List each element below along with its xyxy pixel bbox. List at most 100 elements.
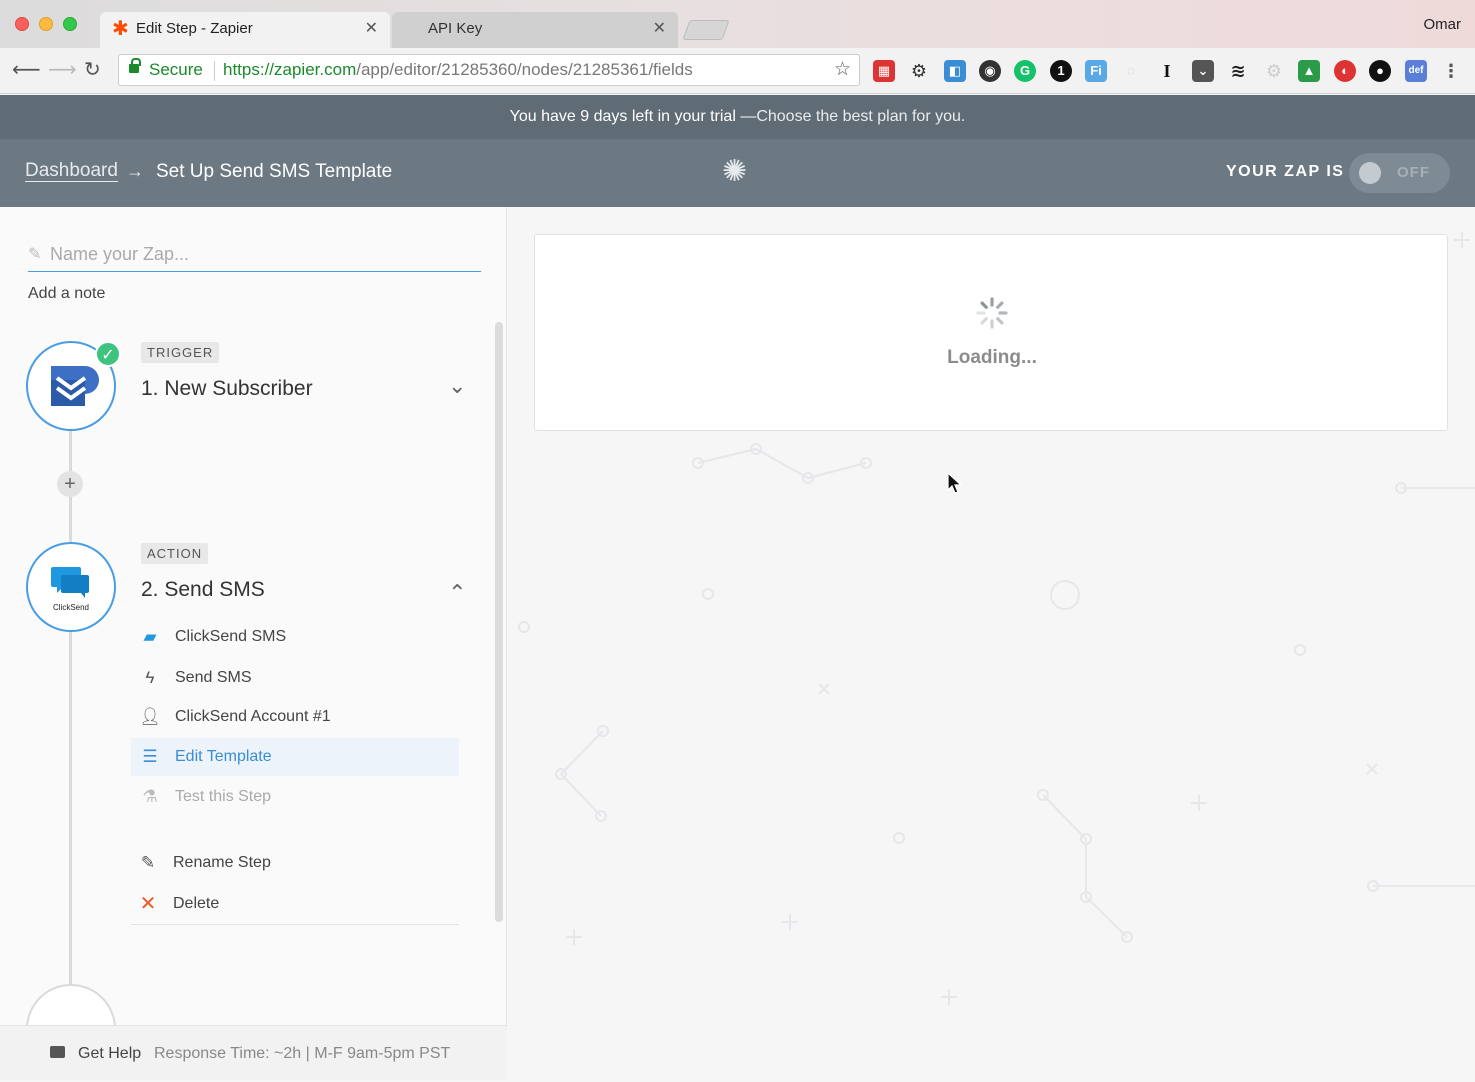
pencil-icon: ✎ bbox=[140, 853, 156, 872]
substep-label: Edit Template bbox=[175, 748, 272, 765]
bookmark-star-icon[interactable]: ☆ bbox=[834, 55, 851, 85]
tab-label: Edit Step - Zapier bbox=[136, 20, 253, 37]
url-host: https://zapier.com bbox=[223, 60, 357, 79]
browser-titlebar: ✱ Edit Step - Zapier ✕ API Key ✕ Omar bbox=[0, 0, 1475, 48]
chrome-menu-icon[interactable]: ⋮ bbox=[1440, 60, 1462, 82]
loading-spinner-icon bbox=[976, 297, 1008, 329]
browser-tab-edit-step[interactable]: ✱ Edit Step - Zapier ✕ bbox=[100, 12, 390, 48]
page-title: Set Up Send SMS Template bbox=[156, 161, 393, 182]
zap-steps-sidebar: ✎ Name your Zap... Add a note ✓ TRIGGER … bbox=[0, 207, 507, 1080]
toggle-state-label: OFF bbox=[1397, 164, 1430, 181]
substep-label: Test this Step bbox=[175, 788, 272, 805]
chat-icon bbox=[50, 1046, 65, 1058]
minimize-window-button[interactable] bbox=[39, 17, 53, 31]
substep-label: ClickSend SMS bbox=[175, 628, 287, 645]
instapaper-ext-icon[interactable]: I bbox=[1156, 60, 1178, 82]
url-path: /app/editor/21285360/nodes/21285361/fiel… bbox=[356, 60, 693, 79]
mailing-app-logo-icon bbox=[51, 366, 99, 406]
breadcrumb-arrow-icon: → bbox=[126, 161, 144, 181]
browser-tab-api-key[interactable]: API Key ✕ bbox=[392, 12, 678, 48]
browser-user-name[interactable]: Omar bbox=[1424, 16, 1462, 33]
camera-ext-icon[interactable]: ◉ bbox=[979, 60, 1001, 82]
delete-step-button[interactable]: ✕ Delete bbox=[129, 885, 457, 923]
secure-label: Secure bbox=[149, 60, 203, 79]
trigger-step-title[interactable]: 1. New Subscriber bbox=[141, 377, 313, 401]
buffer-ext-icon[interactable]: ≋ bbox=[1227, 60, 1249, 82]
substep-choose-account[interactable]: 👤︎ ClickSend Account #1 bbox=[131, 698, 459, 736]
trigger-badge: TRIGGER bbox=[141, 342, 220, 363]
zap-name-placeholder: Name your Zap... bbox=[50, 244, 190, 264]
forward-arrow-icon[interactable]: ⟶ bbox=[48, 60, 77, 80]
close-tab-icon[interactable]: ✕ bbox=[653, 12, 666, 46]
delete-x-icon: ✕ bbox=[139, 893, 157, 915]
rename-label: Rename Step bbox=[173, 854, 271, 871]
chevron-down-icon[interactable]: ⌄ bbox=[448, 373, 466, 399]
grammarly-ext-icon[interactable]: G bbox=[1014, 60, 1036, 82]
action-step-title[interactable]: 2. Send SMS bbox=[141, 578, 265, 602]
action-app-node[interactable]: ClickSend bbox=[26, 542, 116, 632]
step-editor-panel: Loading... bbox=[508, 207, 1475, 1080]
add-note-link[interactable]: Add a note bbox=[28, 285, 105, 303]
close-window-button[interactable] bbox=[15, 17, 29, 31]
back-arrow-icon[interactable]: ⟵ bbox=[12, 60, 41, 80]
mouse-cursor-icon bbox=[947, 472, 963, 494]
gear-gray-ext-icon[interactable]: ⚙ bbox=[1263, 60, 1285, 82]
lock-icon bbox=[129, 58, 141, 73]
substep-label: Send SMS bbox=[175, 669, 252, 686]
substep-test-step[interactable]: ⚗ Test this Step bbox=[131, 778, 459, 816]
url-text: https://zapier.com/app/editor/21285360/n… bbox=[223, 55, 693, 85]
bolt-icon: ϟ bbox=[145, 668, 155, 687]
substep-label: ClickSend Account #1 bbox=[175, 708, 331, 725]
flask-icon: ⚗ bbox=[142, 787, 158, 806]
steps-connector-line bbox=[69, 425, 72, 985]
clicksend-icon: ▰ bbox=[143, 627, 157, 646]
rename-step-button[interactable]: ✎ Rename Step bbox=[129, 844, 457, 882]
lastpass-ext-icon[interactable]: ◐ bbox=[1334, 60, 1356, 82]
substep-choose-app[interactable]: ▰ ClickSend SMS bbox=[131, 618, 459, 656]
sidebar-scrollbar[interactable] bbox=[495, 322, 503, 922]
substep-edit-template[interactable]: ☰ Edit Template bbox=[131, 738, 459, 776]
onepassword-ext-icon[interactable]: 1 bbox=[1050, 60, 1072, 82]
new-tab-button[interactable] bbox=[682, 20, 730, 40]
clicksend-logo-text: ClickSend bbox=[53, 603, 89, 612]
action-badge: ACTION bbox=[141, 543, 209, 564]
zap-on-off-toggle[interactable]: OFF bbox=[1349, 153, 1450, 193]
fi-ext-icon[interactable]: Fi bbox=[1085, 60, 1107, 82]
omnibox-separator bbox=[214, 61, 215, 81]
gear-ext-icon[interactable]: ⚙ bbox=[908, 60, 930, 82]
close-tab-icon[interactable]: ✕ bbox=[365, 12, 378, 46]
chevron-up-icon[interactable]: ⌄ bbox=[448, 578, 466, 604]
help-bar: Get Help Response Time: ~2h | M-F 9am-5p… bbox=[0, 1025, 507, 1080]
swirl-ext-icon[interactable]: ◌ bbox=[1120, 60, 1142, 82]
zap-name-input[interactable]: ✎ Name your Zap... bbox=[28, 244, 481, 272]
def-ext-icon[interactable]: def bbox=[1405, 60, 1427, 82]
pencil-icon: ✎ bbox=[28, 246, 42, 263]
ninja-ext-icon[interactable]: ● bbox=[1369, 60, 1391, 82]
response-time-text: Response Time: ~2h | M-F 9am-5pm PST bbox=[154, 1045, 451, 1062]
tab-label: API Key bbox=[428, 20, 483, 37]
toggle-knob bbox=[1359, 162, 1381, 184]
substep-choose-action[interactable]: ϟ Send SMS bbox=[131, 659, 459, 697]
pocket-ext-icon[interactable]: ⌄ bbox=[1192, 60, 1214, 82]
reload-icon[interactable]: ↻ bbox=[84, 60, 101, 80]
loading-text: Loading... bbox=[947, 347, 1037, 368]
address-bar[interactable]: Secure https://zapier.com/app/editor/212… bbox=[118, 54, 860, 86]
zap-status-label: YOUR ZAP IS bbox=[1226, 163, 1345, 180]
trial-text: You have 9 days left in your trial — bbox=[509, 108, 757, 125]
dashboard-link[interactable]: Dashboard bbox=[25, 161, 118, 182]
clicksend-logo-icon: ClickSend bbox=[51, 567, 89, 612]
substeps-divider bbox=[131, 924, 459, 925]
loading-card: Loading... bbox=[534, 234, 1448, 431]
calendar-ext-icon[interactable]: ▦ bbox=[873, 60, 895, 82]
window-ext-icon[interactable]: ◧ bbox=[944, 60, 966, 82]
delete-label: Delete bbox=[173, 895, 220, 912]
drive-ext-icon[interactable]: ▲ bbox=[1298, 60, 1320, 82]
maximize-window-button[interactable] bbox=[63, 17, 77, 31]
zapier-logo-icon[interactable]: ✺ bbox=[722, 157, 747, 187]
choose-plan-link[interactable]: Choose the best plan for you. bbox=[756, 108, 965, 125]
browser-toolbar: ⟵ ⟶ ↻ Secure https://zapier.com/app/edit… bbox=[0, 48, 1475, 94]
lines-icon: ☰ bbox=[142, 747, 158, 766]
add-step-button[interactable]: + bbox=[57, 471, 83, 497]
check-success-icon: ✓ bbox=[95, 341, 121, 367]
get-help-link[interactable]: Get Help bbox=[78, 1026, 141, 1082]
